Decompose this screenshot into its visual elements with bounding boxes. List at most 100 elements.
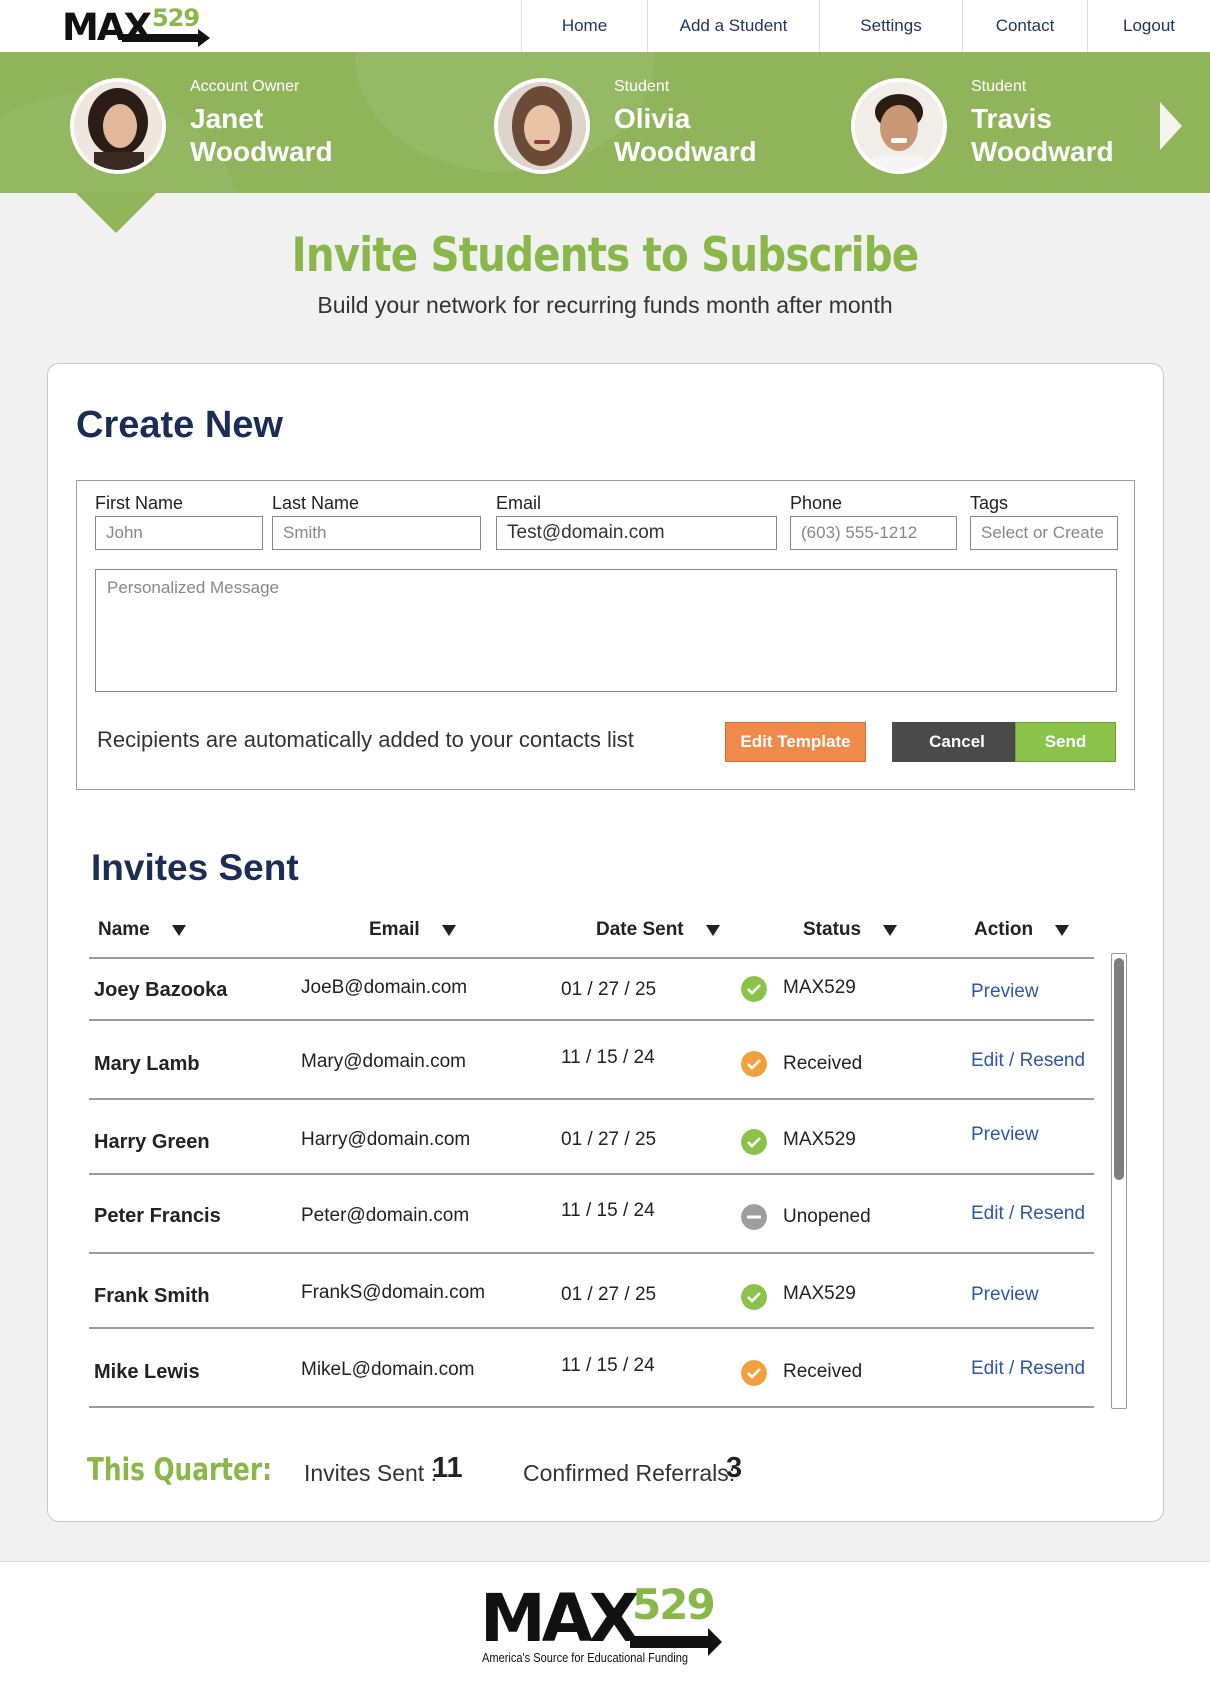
column-header-label: Action [974, 919, 1034, 940]
person-last-name: Woodward [614, 136, 757, 167]
first-name-label: First Name [95, 493, 184, 513]
cancel-button[interactable]: Cancel [892, 722, 1022, 762]
person-avatar-icon [498, 82, 586, 170]
personalized-message-input[interactable] [95, 569, 1117, 692]
invite-name: Mary Lamb [94, 1053, 200, 1075]
table-row: Mike Lewis MikeL@domain.com 11 / 15 / 24… [89, 1329, 1094, 1408]
last-name-label: Last Name [272, 493, 360, 513]
sort-caret-icon [705, 924, 720, 936]
person-last-name: Woodward [971, 136, 1114, 167]
email-field[interactable] [496, 516, 777, 550]
column-header-label: Status [803, 919, 862, 940]
column-header-label: Email [369, 919, 420, 940]
table-row: Mary Lamb Mary@domain.com 11 / 15 / 24 R… [89, 1021, 1094, 1100]
invite-name: Peter Francis [94, 1205, 221, 1227]
invite-name: Joey Bazooka [94, 979, 228, 1001]
invite-status: MAX529 [783, 977, 856, 998]
invite-date: 01 / 27 / 25 [561, 1129, 657, 1150]
invite-email: JoeB@domain.com [301, 977, 468, 998]
nav-links: Home Add a Student Settings Contact Logo… [521, 0, 1210, 52]
invite-name: Frank Smith [94, 1285, 210, 1307]
column-header-email[interactable]: Email [369, 919, 456, 941]
brand-logo[interactable]: MAX 529 [62, 4, 212, 50]
row-divider [89, 1406, 1094, 1408]
status-check-icon [741, 976, 767, 1002]
confirmed-referrals-label: Confirmed Referrals: [523, 1460, 736, 1486]
invite-date: 11 / 15 / 24 [561, 1355, 655, 1376]
nav-add-student-link[interactable]: Add a Student [647, 0, 819, 52]
nav-logout-link[interactable]: Logout [1087, 0, 1210, 52]
invite-name: Harry Green [94, 1131, 210, 1153]
quarter-label: This Quarter: [87, 1452, 272, 1488]
status-check-icon [741, 1129, 767, 1155]
nav-contact-link[interactable]: Contact [962, 0, 1087, 52]
table-scrollbar[interactable] [1111, 953, 1127, 1409]
person-role: Account Owner [190, 78, 300, 95]
nav-home-link[interactable]: Home [521, 0, 647, 52]
edit-resend-link[interactable]: Edit / Resend [971, 1050, 1085, 1072]
edit-resend-link[interactable]: Edit / Resend [971, 1358, 1085, 1380]
avatar [851, 78, 947, 174]
invites-sent-label: Invites Sent : [304, 1460, 437, 1486]
next-arrow-icon[interactable] [1160, 102, 1182, 150]
table-row: Frank Smith FrankS@domain.com 01 / 27 / … [89, 1254, 1094, 1329]
phone-input[interactable] [790, 516, 957, 550]
invite-date: 01 / 27 / 25 [561, 1284, 657, 1305]
person-role: Student [971, 78, 1027, 95]
tags-label: Tags [970, 493, 1009, 513]
status-check-icon [741, 1284, 767, 1310]
invite-status: Unopened [783, 1206, 871, 1227]
status-unopened-icon [741, 1204, 767, 1230]
preview-link[interactable]: Preview [971, 1284, 1039, 1306]
send-button[interactable]: Send [1015, 722, 1116, 762]
last-name-input[interactable] [272, 516, 481, 550]
person-first-name: Olivia [614, 103, 691, 134]
status-received-icon [741, 1360, 767, 1386]
table-row: Peter Francis Peter@domain.com 11 / 15 /… [89, 1175, 1094, 1254]
edit-template-button[interactable]: Edit Template [725, 722, 866, 762]
column-header-label: Date Sent [596, 919, 684, 940]
invite-email: Mary@domain.com [301, 1051, 466, 1072]
create-form: First Name Last Name Email Phone Tags Re… [76, 480, 1135, 790]
column-header-date-sent[interactable]: Date Sent [596, 919, 720, 941]
phone-label: Phone [790, 493, 843, 513]
table-row: Harry Green Harry@domain.com 01 / 27 / 2… [89, 1100, 1094, 1175]
invite-card: Create New First Name Last Name Email Ph… [47, 363, 1164, 1522]
person-first-name: Janet [190, 103, 264, 134]
sort-caret-icon [441, 924, 456, 936]
invite-status: MAX529 [783, 1129, 856, 1150]
preview-link[interactable]: Preview [971, 981, 1039, 1003]
invite-email: MikeL@domain.com [301, 1359, 475, 1380]
top-nav: MAX 529 Home Add a Student Settings Cont… [0, 0, 1210, 52]
person-role: Student [614, 78, 670, 95]
sort-caret-icon [171, 924, 186, 936]
table-row: Joey Bazooka JoeB@domain.com 01 / 27 / 2… [89, 959, 1094, 1021]
avatar [494, 78, 590, 174]
footer: MAX 529 America's Source for Educational… [0, 1561, 1210, 1683]
column-header-status[interactable]: Status [803, 919, 898, 941]
contacts-note: Recipients are automatically added to yo… [97, 727, 634, 752]
people-banner: Account Owner Janet Woodward Student Oli… [0, 52, 1210, 193]
invite-status: MAX529 [783, 1283, 856, 1304]
edit-resend-link[interactable]: Edit / Resend [971, 1203, 1085, 1225]
page-title: Invite Students to Subscribe [291, 228, 920, 283]
column-header-name[interactable]: Name [98, 919, 186, 941]
email-label: Email [496, 493, 542, 513]
selected-pointer [76, 193, 156, 233]
preview-link[interactable]: Preview [971, 1124, 1039, 1146]
page-subtitle: Build your network for recurring funds m… [317, 292, 893, 318]
scrollbar-thumb[interactable] [1114, 958, 1124, 1180]
create-new-heading: Create New [76, 404, 283, 446]
tags-input[interactable] [970, 516, 1118, 550]
person-avatar-icon [855, 82, 943, 170]
footer-logo[interactable]: MAX 529 America's Source for Educational… [480, 1580, 730, 1668]
invite-date: 11 / 15 / 24 [561, 1200, 655, 1221]
nav-settings-link[interactable]: Settings [819, 0, 962, 52]
column-header-action[interactable]: Action [974, 919, 1070, 941]
first-name-input[interactable] [95, 516, 263, 550]
invite-email: Harry@domain.com [301, 1129, 471, 1150]
person-avatar-icon [74, 82, 162, 170]
person-first-name: Travis [971, 103, 1052, 134]
invite-email: Peter@domain.com [301, 1205, 470, 1226]
invite-date: 11 / 15 / 24 [561, 1047, 655, 1068]
